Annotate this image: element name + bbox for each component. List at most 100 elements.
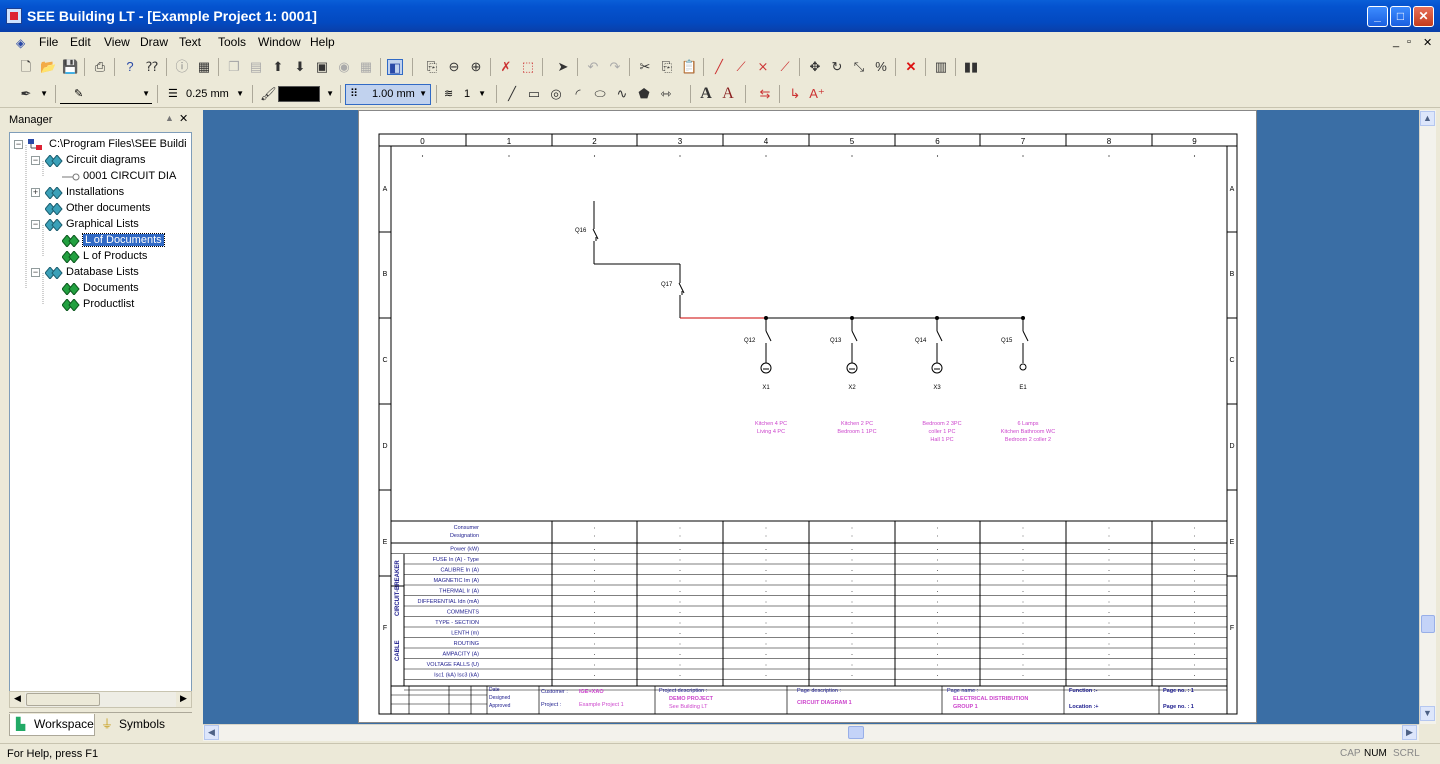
move-down-icon[interactable]: ⬇: [292, 59, 308, 75]
menu-help[interactable]: Help: [310, 35, 335, 49]
menu-view[interactable]: View: [104, 35, 130, 49]
toolbar-options-icon[interactable]: ▮▮: [963, 59, 979, 75]
tree-item[interactable]: − Graphical Lists: [10, 217, 191, 233]
context-help-icon[interactable]: ⁇: [144, 59, 160, 75]
menu-text[interactable]: Text: [179, 35, 201, 49]
horizontal-scroll-thumb[interactable]: [848, 726, 864, 739]
mdi-minimize-button[interactable]: _: [1393, 36, 1399, 48]
rectangle-tool-icon[interactable]: ▭: [526, 86, 542, 102]
wire-number-icon[interactable]: ⇆: [757, 86, 773, 102]
layer-dropdown[interactable]: ≋ 1 ▼: [442, 84, 488, 104]
wire-angle-icon[interactable]: ↳: [787, 86, 803, 102]
new-file-icon[interactable]: 🗋: [18, 59, 34, 75]
fill-color-swatch[interactable]: [278, 86, 320, 102]
undo-icon[interactable]: ↶: [585, 59, 601, 75]
dimension-tool-icon[interactable]: ⇿: [658, 86, 674, 102]
tree-expander-icon[interactable]: −: [14, 140, 23, 149]
tree-item[interactable]: + Installations: [10, 185, 191, 201]
tab-symbols[interactable]: ⏚ Symbols: [99, 714, 169, 736]
app-icon[interactable]: [6, 8, 22, 24]
scale-icon[interactable]: ⤡: [851, 59, 867, 75]
mdi-restore-button[interactable]: ▫: [1407, 36, 1411, 48]
circle-tool-icon[interactable]: ◎: [548, 86, 564, 102]
text-tool-icon[interactable]: A: [698, 86, 714, 102]
line-width-dropdown[interactable]: ☰ 0.25 mm ▼: [166, 84, 246, 104]
menu-window[interactable]: Window: [258, 35, 301, 49]
line-style-dropdown[interactable]: ✎ ▼: [60, 84, 152, 104]
tree-item[interactable]: L of Documents: [10, 233, 191, 249]
workspace-toggle-icon[interactable]: ◧: [387, 59, 403, 75]
info-icon[interactable]: ⓘ: [174, 59, 190, 75]
help-icon[interactable]: ?: [122, 59, 138, 75]
text-attribute-icon[interactable]: A⁺: [809, 86, 825, 102]
page-properties-icon[interactable]: ▤: [248, 59, 264, 75]
line-tool-icon[interactable]: ╱: [504, 86, 520, 102]
manager-horizontal-scrollbar[interactable]: ◀ ▶: [9, 691, 192, 708]
sheet-icon[interactable]: ▣: [314, 59, 330, 75]
rotate-icon[interactable]: ↻: [829, 59, 845, 75]
pen-color-icon[interactable]: ✒: [18, 86, 34, 102]
zoom-window-icon[interactable]: ⬚: [520, 59, 536, 75]
paste-icon[interactable]: 📋: [681, 59, 697, 75]
scroll-left-main-icon[interactable]: ◀: [204, 725, 219, 740]
wire-cross-icon[interactable]: ⨯: [755, 59, 771, 75]
maximize-button[interactable]: □: [1390, 6, 1411, 27]
wire-corner-icon[interactable]: ⟋: [733, 59, 749, 75]
tree-expander-icon[interactable]: −: [31, 220, 40, 229]
grid-view-icon[interactable]: ▦: [196, 59, 212, 75]
arc-tool-icon[interactable]: ◜: [570, 86, 586, 102]
print-icon[interactable]: ⎙: [92, 59, 108, 75]
wire-draw-icon[interactable]: ╱: [711, 59, 727, 75]
tree-item[interactable]: L of Products: [10, 249, 191, 265]
redo-icon[interactable]: ↷: [607, 59, 623, 75]
menu-draw[interactable]: Draw: [140, 35, 168, 49]
tree-item[interactable]: Productlist: [10, 297, 191, 313]
wire-end-icon[interactable]: ⟋: [777, 59, 793, 75]
copy-icon[interactable]: ⎘: [659, 59, 675, 75]
tree-item[interactable]: − Database Lists: [10, 265, 191, 281]
select-pointer-icon[interactable]: ➤: [555, 59, 571, 75]
save-icon[interactable]: 💾: [62, 59, 78, 75]
manager-close-icon[interactable]: ✕: [179, 112, 188, 125]
delete-icon[interactable]: ✕: [903, 59, 919, 75]
scroll-right-main-icon[interactable]: ▶: [1402, 725, 1417, 740]
open-folder-icon[interactable]: 📂: [40, 59, 56, 75]
drawing-canvas[interactable]: 0 1 2 3 4 5 6 7 8 9 A A B B C C D D E E F F Q16 Q17 Q12 X1 Kitchen…: [203, 110, 1419, 724]
percent-scale-icon[interactable]: %: [873, 59, 889, 75]
scroll-up-icon[interactable]: ▲: [1420, 111, 1435, 126]
tree-item[interactable]: 0001 CIRCUIT DIA: [10, 169, 191, 185]
scroll-right-icon[interactable]: ▶: [176, 692, 191, 707]
polygon-tool-icon[interactable]: ⬟: [636, 86, 652, 102]
minimize-button[interactable]: _: [1367, 6, 1388, 27]
fill-color-icon[interactable]: 🖌: [260, 86, 277, 102]
pen-color-dropdown[interactable]: ▼: [36, 84, 50, 104]
scroll-left-icon[interactable]: ◀: [10, 692, 25, 707]
tree-expander-icon[interactable]: −: [31, 156, 40, 165]
fill-color-dropdown[interactable]: ▼: [322, 84, 336, 104]
drawing-sheet[interactable]: 0 1 2 3 4 5 6 7 8 9 A A B B C C D D E E F F Q16 Q17 Q12 X1 Kitchen…: [358, 110, 1257, 723]
zoom-extents-icon[interactable]: ✗: [498, 59, 514, 75]
project-tree[interactable]: − C:\Program Files\SEE Buildi − Circuit dia…: [9, 132, 192, 700]
zoom-in-icon[interactable]: ⊕: [468, 59, 484, 75]
table-icon[interactable]: ▦: [358, 59, 374, 75]
menu-file[interactable]: File: [39, 35, 58, 49]
close-button[interactable]: ✕: [1413, 6, 1434, 27]
info-page-icon[interactable]: ◉: [336, 59, 352, 75]
menu-edit[interactable]: Edit: [70, 35, 91, 49]
manager-scroll-thumb[interactable]: [26, 693, 100, 706]
copy-page-icon[interactable]: ❐: [226, 59, 242, 75]
tree-item[interactable]: Documents: [10, 281, 191, 297]
tree-expander-icon[interactable]: +: [31, 188, 40, 197]
page-zoom-icon[interactable]: ⎘: [424, 59, 440, 75]
curve-tool-icon[interactable]: ∿: [614, 86, 630, 102]
move-up-icon[interactable]: ⬆: [270, 59, 286, 75]
pin-icon[interactable]: ▲: [165, 113, 174, 123]
cut-icon[interactable]: ✂: [637, 59, 653, 75]
scroll-down-icon[interactable]: ▼: [1420, 706, 1435, 721]
tree-item[interactable]: Other documents: [10, 201, 191, 217]
tree-item[interactable]: − Circuit diagrams: [10, 153, 191, 169]
text-style-icon[interactable]: A: [720, 86, 736, 102]
zoom-out-icon[interactable]: ⊖: [446, 59, 462, 75]
menu-tools[interactable]: Tools: [218, 35, 246, 49]
tree-item[interactable]: − C:\Program Files\SEE Buildi: [10, 137, 191, 153]
